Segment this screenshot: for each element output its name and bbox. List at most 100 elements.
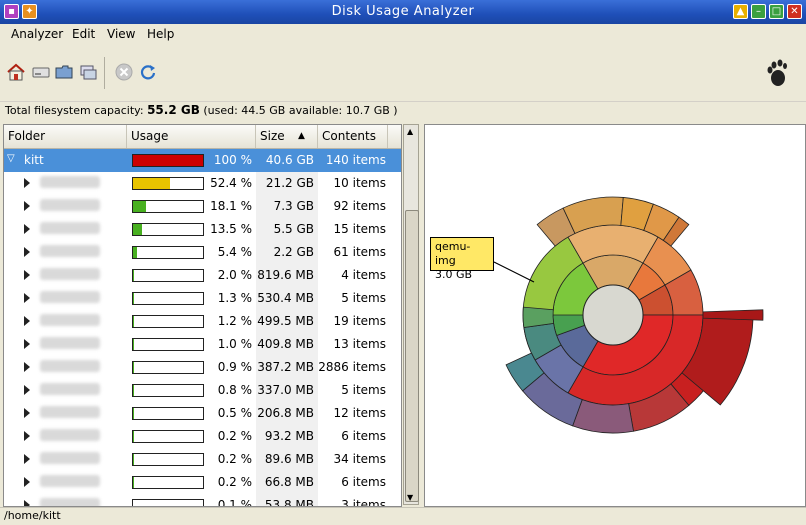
keep-above-button[interactable]: ▲ xyxy=(733,4,748,19)
folder-contents: 2886 items xyxy=(318,360,386,374)
remote-folder-icon[interactable] xyxy=(78,62,98,82)
usage-bar xyxy=(132,154,204,167)
table-row[interactable]: 13.5 %5.5 GB15 items xyxy=(4,218,401,241)
table-row[interactable]: 2.0 %819.6 MB4 items xyxy=(4,264,401,287)
usage-bar xyxy=(132,200,204,213)
menu-edit[interactable]: Edit xyxy=(72,27,95,41)
folder-name-blurred xyxy=(40,337,100,349)
folder-name-blurred xyxy=(40,314,100,326)
usage-percent: 18.1 % xyxy=(204,199,252,213)
capacity-info: Total filesystem capacity: 55.2 GB (used… xyxy=(5,103,398,117)
expand-icon[interactable] xyxy=(24,201,30,211)
expand-icon[interactable] xyxy=(24,293,30,303)
menu-help[interactable]: Help xyxy=(147,27,174,41)
folder-contents: 61 items xyxy=(318,245,386,259)
ring-chart-panel[interactable] xyxy=(424,124,806,507)
pane-divider[interactable] xyxy=(420,124,423,505)
folder-name-blurred xyxy=(40,222,100,234)
usage-bar xyxy=(132,315,204,328)
usage-bar-fill xyxy=(133,247,137,258)
tree-scrollbar[interactable]: ▲ ▼ xyxy=(403,124,419,505)
usage-bar xyxy=(132,292,204,305)
ring-segment[interactable] xyxy=(703,310,763,320)
scroll-up-arrow[interactable]: ▲ xyxy=(407,127,413,136)
expand-icon[interactable] xyxy=(24,339,30,349)
usage-percent: 52.4 % xyxy=(204,176,252,190)
gnome-foot-icon xyxy=(764,59,788,87)
expand-icon[interactable] xyxy=(24,316,30,326)
root-row[interactable]: ▽kitt100 %40.6 GB140 items xyxy=(4,149,401,172)
home-icon[interactable] xyxy=(6,62,26,82)
folder-name-blurred xyxy=(40,268,100,280)
expand-icon[interactable] xyxy=(24,454,30,464)
expand-icon[interactable] xyxy=(24,477,30,487)
expand-icon[interactable] xyxy=(24,500,30,507)
usage-bar-fill xyxy=(133,224,142,235)
sort-ascending-icon: ▲ xyxy=(298,125,305,148)
table-row[interactable]: 0.1 %53.8 MB3 items xyxy=(4,494,401,507)
folder-name-blurred xyxy=(40,475,100,487)
expand-icon[interactable] xyxy=(24,431,30,441)
table-row[interactable]: 0.2 %66.8 MB6 items xyxy=(4,471,401,494)
expand-icon[interactable] xyxy=(24,270,30,280)
collapse-icon[interactable]: ▽ xyxy=(7,153,15,164)
table-row[interactable]: 0.9 %387.2 MB2886 items xyxy=(4,356,401,379)
table-row[interactable]: 0.5 %206.8 MB12 items xyxy=(4,402,401,425)
expand-icon[interactable] xyxy=(24,408,30,418)
folder-contents: 10 items xyxy=(318,176,386,190)
toolbar-separator xyxy=(104,57,105,89)
column-folder[interactable]: Folder xyxy=(4,125,127,148)
folder-icon[interactable] xyxy=(54,62,74,82)
table-row[interactable]: 5.4 %2.2 GB61 items xyxy=(4,241,401,264)
usage-percent: 0.8 % xyxy=(204,383,252,397)
column-contents[interactable]: Contents xyxy=(318,125,388,148)
maximize-button[interactable]: □ xyxy=(769,4,784,19)
folder-name-blurred xyxy=(40,360,100,372)
table-row[interactable]: 0.2 %93.2 MB6 items xyxy=(4,425,401,448)
usage-bar xyxy=(132,177,204,190)
menu-analyzer[interactable]: Analyzer xyxy=(11,27,63,41)
ring-segment[interactable] xyxy=(573,400,634,433)
expand-icon[interactable] xyxy=(24,224,30,234)
close-button[interactable]: ✕ xyxy=(787,4,802,19)
table-row[interactable]: 52.4 %21.2 GB10 items xyxy=(4,172,401,195)
stop-icon[interactable] xyxy=(114,62,134,82)
expand-icon[interactable] xyxy=(24,362,30,372)
table-row[interactable]: 0.2 %89.6 MB34 items xyxy=(4,448,401,471)
status-path: /home/kitt xyxy=(4,509,61,522)
scroll-thumb[interactable] xyxy=(405,210,419,502)
column-usage[interactable]: Usage xyxy=(127,125,256,148)
folder-tree[interactable]: Folder Usage Size ▲ Contents ▽kitt100 %4… xyxy=(3,124,402,507)
minimize-button[interactable]: – xyxy=(751,4,766,19)
usage-bar-fill xyxy=(133,270,134,281)
folder-size: 53.8 MB xyxy=(256,498,318,507)
ring-tooltip: qemu-img 3.0 GB xyxy=(430,237,494,271)
usage-bar xyxy=(132,499,204,507)
usage-bar-fill xyxy=(133,201,146,212)
table-row[interactable]: 1.0 %409.8 MB13 items xyxy=(4,333,401,356)
folder-contents: 140 items xyxy=(318,153,386,167)
usage-bar-fill xyxy=(133,316,134,327)
folder-contents: 4 items xyxy=(318,268,386,282)
refresh-icon[interactable] xyxy=(138,62,158,82)
table-row[interactable]: 18.1 %7.3 GB92 items xyxy=(4,195,401,218)
folder-size: 5.5 GB xyxy=(256,222,318,236)
expand-icon[interactable] xyxy=(24,247,30,257)
expand-icon[interactable] xyxy=(24,385,30,395)
menu-view[interactable]: View xyxy=(107,27,135,41)
expand-icon[interactable] xyxy=(24,178,30,188)
usage-percent: 100 % xyxy=(204,153,252,167)
ring-center[interactable] xyxy=(583,285,643,345)
folder-contents: 12 items xyxy=(318,406,386,420)
table-row[interactable]: 1.3 %530.4 MB5 items xyxy=(4,287,401,310)
scroll-down-arrow[interactable]: ▼ xyxy=(407,493,413,502)
drive-icon[interactable] xyxy=(31,62,51,82)
usage-bar xyxy=(132,430,204,443)
folder-name-blurred xyxy=(40,245,100,257)
folder-size: 409.8 MB xyxy=(256,337,318,351)
table-row[interactable]: 0.8 %337.0 MB5 items xyxy=(4,379,401,402)
table-row[interactable]: 1.2 %499.5 MB19 items xyxy=(4,310,401,333)
folder-contents: 6 items xyxy=(318,475,386,489)
column-size[interactable]: Size ▲ xyxy=(256,125,318,148)
ring-chart[interactable] xyxy=(425,125,805,506)
